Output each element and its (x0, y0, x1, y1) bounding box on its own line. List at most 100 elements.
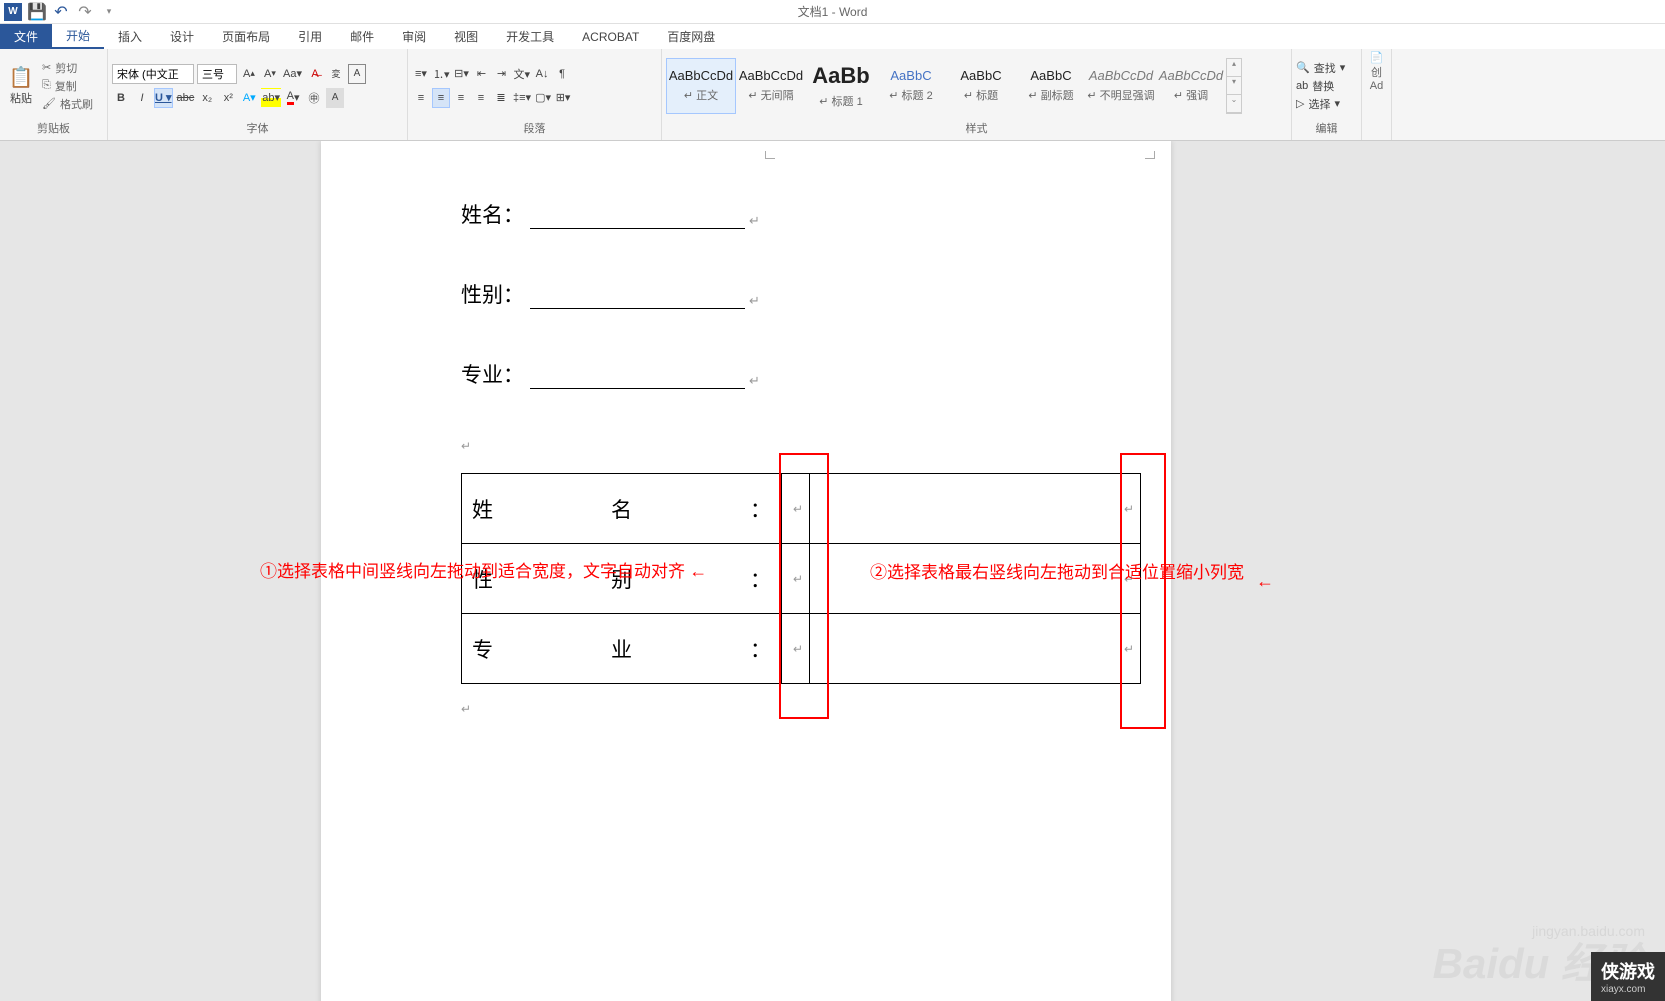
scroll-more-icon[interactable]: ⌄ (1227, 95, 1241, 113)
style-card-5[interactable]: AaBbC↵ 副标题 (1016, 58, 1086, 114)
pdf-icon[interactable]: 📄 (1370, 51, 1384, 64)
copy-button[interactable]: ⎘复制 (42, 78, 93, 94)
redo-icon[interactable]: ↷ (76, 3, 94, 21)
style-card-6[interactable]: AaBbCcDd↵ 不明显强调 (1086, 58, 1156, 114)
tab-design[interactable]: 设计 (156, 24, 208, 49)
table-cell[interactable]: 专业： (462, 614, 782, 684)
justify-button[interactable]: ≡ (472, 88, 490, 108)
clipboard-group-label: 剪贴板 (4, 120, 103, 138)
indent-inc-button[interactable]: ⇥ (493, 64, 511, 84)
style-card-4[interactable]: AaBbC↵ 标题 (946, 58, 1016, 114)
style-card-2[interactable]: AaBb↵ 标题 1 (806, 58, 876, 114)
paragraph-mark-icon: ↵ (749, 213, 760, 229)
clear-format-button[interactable]: A̶ (306, 64, 324, 84)
tab-review[interactable]: 审阅 (388, 24, 440, 49)
paragraph-group-label: 段落 (412, 120, 657, 138)
document-viewport[interactable]: 姓名： ↵ 性别： ↵ 专业： ↵ ↵ 姓名： ↵ ↵ (0, 141, 1665, 1001)
distribute-button[interactable]: ≣ (492, 88, 510, 108)
table-cell[interactable]: 姓名： (462, 474, 782, 544)
table-cell[interactable]: ↵ (810, 614, 1141, 684)
circle-char-button[interactable]: ㊥ (305, 88, 323, 108)
group-font: 宋体 (中文正 三号 A▴ A▾ Aa▾ A̶ 変 A B I U ▾ abc … (108, 49, 408, 140)
replace-button[interactable]: ab替换 (1296, 78, 1345, 94)
grow-font-button[interactable]: A▴ (240, 64, 258, 84)
text-direction-button[interactable]: 文▾ (513, 64, 532, 84)
tab-acrobat[interactable]: ACROBAT (568, 24, 653, 49)
styles-scroll[interactable]: ▴▾⌄ (1226, 58, 1242, 114)
title-bar: W 💾 ↶ ↷ ▾ 文档1 - Word (0, 0, 1665, 24)
find-button[interactable]: 🔍查找 ▾ (1296, 60, 1345, 76)
style-label: ↵ 正文 (684, 87, 718, 103)
line-spacing-button[interactable]: ‡≡▾ (512, 88, 532, 108)
tab-mailings[interactable]: 邮件 (336, 24, 388, 49)
strike-button[interactable]: abc (176, 88, 196, 108)
style-label: ↵ 副标题 (1028, 87, 1073, 103)
editing-group-label: 编辑 (1296, 120, 1357, 138)
copy-icon: ⎘ (42, 79, 51, 92)
format-painter-button[interactable]: 🖌格式刷 (42, 96, 93, 112)
align-right-button[interactable]: ≡ (452, 88, 470, 108)
group-adobe: 📄 创 Ad (1362, 49, 1392, 140)
cut-button[interactable]: ✂剪切 (42, 60, 93, 76)
char-border-button[interactable]: A (348, 64, 366, 84)
style-card-0[interactable]: AaBbCcDd↵ 正文 (666, 58, 736, 114)
tab-references[interactable]: 引用 (284, 24, 336, 49)
group-paragraph: ≡▾ ⒈▾ ⊟▾ ⇤ ⇥ 文▾ A↓ ¶ ≡ ≡ ≡ ≡ ≣ ‡≡▾ ▢▾ (408, 49, 662, 140)
bullets-button[interactable]: ≡▾ (412, 64, 430, 84)
tab-layout[interactable]: 页面布局 (208, 24, 284, 49)
font-size-combo[interactable]: 三号 (197, 64, 237, 84)
align-center-button[interactable]: ≡ (432, 88, 450, 108)
char-shading-button[interactable]: A (326, 88, 344, 108)
tab-file[interactable]: 文件 (0, 24, 52, 49)
qat-more-icon[interactable]: ▾ (100, 3, 118, 21)
show-marks-button[interactable]: ¶ (553, 64, 571, 84)
underline-button[interactable]: U ▾ (154, 88, 173, 108)
style-preview: AaBbC (890, 68, 931, 83)
tab-insert[interactable]: 插入 (104, 24, 156, 49)
style-card-1[interactable]: AaBbCcDd↵ 无间隔 (736, 58, 806, 114)
shrink-font-button[interactable]: A▾ (261, 64, 279, 84)
font-name-combo[interactable]: 宋体 (中文正 (112, 64, 194, 84)
font-color-button[interactable]: A▾ (284, 88, 302, 108)
align-left-button[interactable]: ≡ (412, 88, 430, 108)
arrow-left-icon: ← (689, 561, 707, 581)
borders-button[interactable]: ⊞▾ (554, 88, 572, 108)
shading-button[interactable]: ▢▾ (534, 88, 552, 108)
text-effects-button[interactable]: A▾ (240, 88, 258, 108)
sort-button[interactable]: A↓ (533, 64, 551, 84)
scroll-up-icon[interactable]: ▴ (1227, 59, 1241, 77)
ruler-marker-left (765, 151, 775, 159)
highlight-button[interactable]: ab▾ (261, 88, 281, 108)
scissors-icon: ✂ (42, 61, 51, 74)
subscript-button[interactable]: x₂ (198, 88, 216, 108)
style-card-7[interactable]: AaBbCcDd↵ 强调 (1156, 58, 1226, 114)
paragraph-mark-icon: ↵ (461, 702, 1041, 716)
indent-dec-button[interactable]: ⇤ (473, 64, 491, 84)
tab-view[interactable]: 视图 (440, 24, 492, 49)
italic-button[interactable]: I (133, 88, 151, 108)
tab-baidu[interactable]: 百度网盘 (653, 24, 729, 49)
numbering-button[interactable]: ⒈▾ (432, 64, 451, 84)
undo-icon[interactable]: ↶ (52, 3, 70, 21)
bold-button[interactable]: B (112, 88, 130, 108)
tab-developer[interactable]: 开发工具 (492, 24, 568, 49)
superscript-button[interactable]: x² (219, 88, 237, 108)
change-case-button[interactable]: Aa▾ (282, 64, 303, 84)
search-icon: 🔍 (1296, 61, 1310, 74)
paste-button[interactable]: 📋 粘贴 (4, 63, 38, 109)
styles-group-label: 样式 (666, 120, 1287, 138)
scroll-down-icon[interactable]: ▾ (1227, 77, 1241, 95)
style-label: ↵ 标题 (964, 87, 998, 103)
phonetic-button[interactable]: 変 (327, 64, 345, 84)
select-button[interactable]: ▷选择 ▾ (1296, 96, 1345, 112)
field-major: 专业： ↵ (461, 359, 1041, 389)
table-cell[interactable]: ↵ (810, 474, 1141, 544)
save-icon[interactable]: 💾 (28, 3, 46, 21)
field-gender: 性别： ↵ (461, 279, 1041, 309)
brush-icon: 🖌 (42, 97, 56, 110)
tab-home[interactable]: 开始 (52, 24, 104, 49)
underline-gender (530, 308, 745, 309)
multilevel-button[interactable]: ⊟▾ (453, 64, 471, 84)
style-label: ↵ 不明显强调 (1087, 87, 1154, 103)
style-card-3[interactable]: AaBbC↵ 标题 2 (876, 58, 946, 114)
